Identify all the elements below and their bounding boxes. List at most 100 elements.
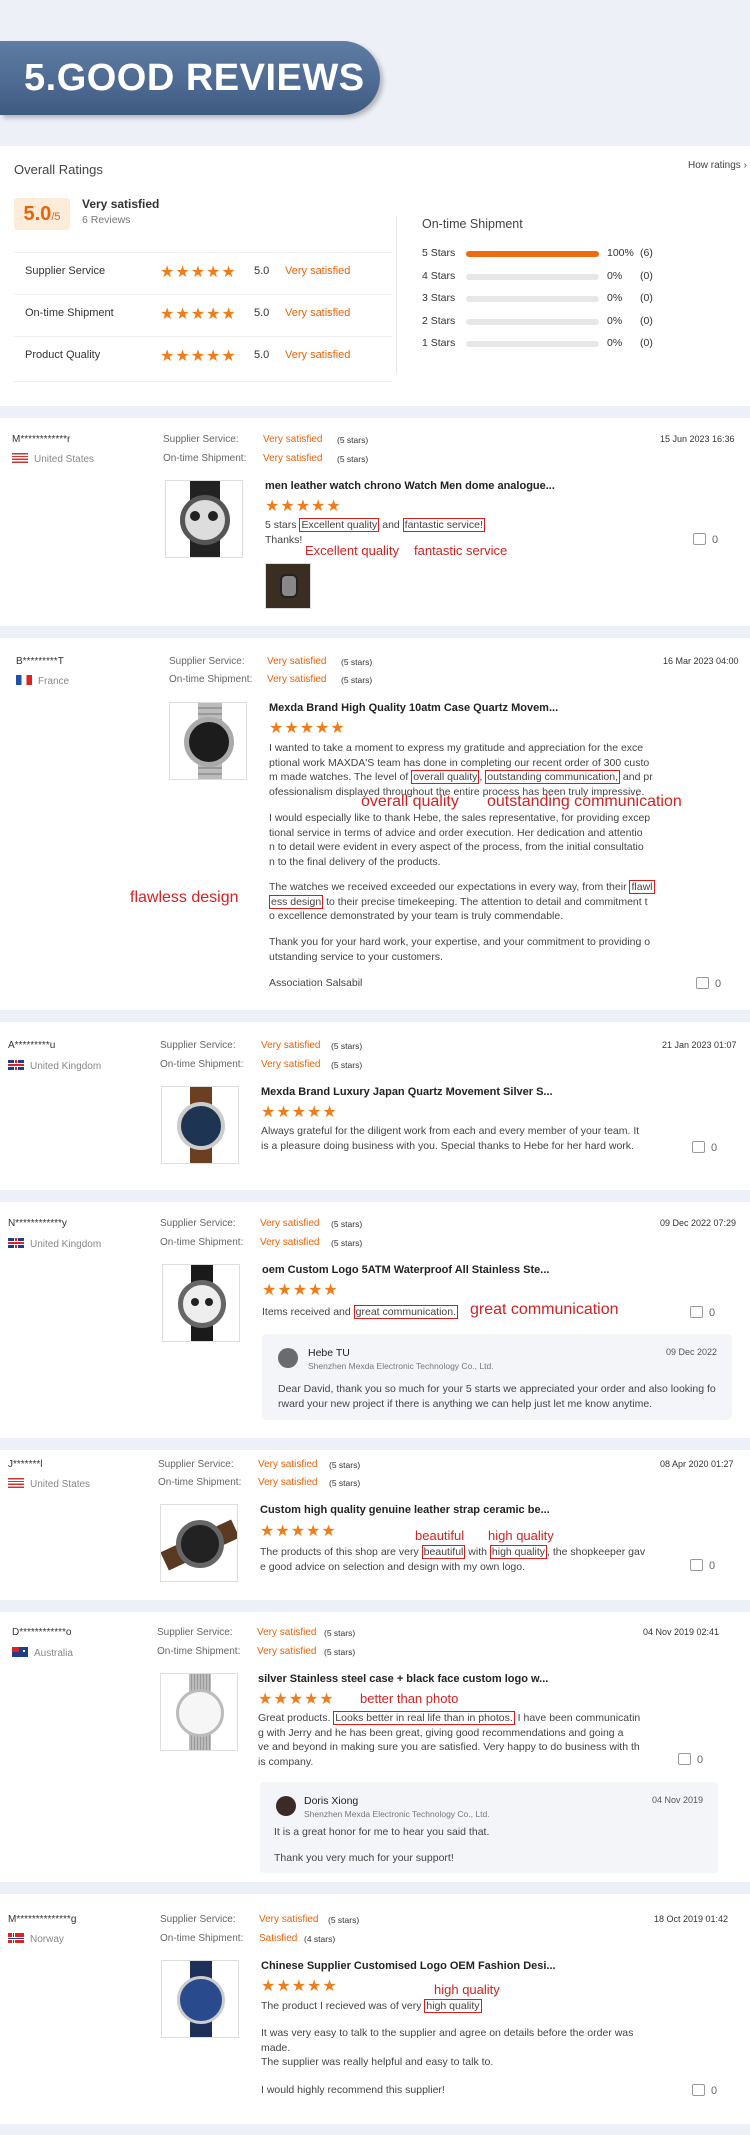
supplier-rating: Very satisfied <box>259 1914 319 1925</box>
review-stars: ★★★★★ <box>265 498 342 515</box>
product-title[interactable]: silver Stainless steel case + black face… <box>258 1673 548 1685</box>
reply-text: Dear David, thank you so much for your 5… <box>278 1383 716 1410</box>
product-thumbnail[interactable] <box>162 1264 240 1342</box>
label-supplier-service: Supplier Service: <box>158 1459 234 1470</box>
shipment-rating: Very satisfied <box>258 1477 318 1488</box>
dist-count: (0) <box>640 314 653 327</box>
review-date: 04 Nov 2019 02:41 <box>643 1627 720 1637</box>
annotation: high quality <box>488 1528 554 1543</box>
label-supplier-service: Supplier Service: <box>163 434 239 445</box>
highlight-box: ess design <box>269 894 324 909</box>
flag-us-icon <box>12 453 28 463</box>
highlight-box: Excellent quality <box>299 518 380 532</box>
reply-avatar <box>278 1348 298 1368</box>
dist-count: (0) <box>640 337 653 349</box>
review-date: 21 Jan 2023 01:07 <box>662 1040 737 1050</box>
highlight-box: beautiful <box>421 1545 466 1559</box>
product-title[interactable]: Chinese Supplier Customised Logo OEM Fas… <box>261 1960 556 1972</box>
product-thumbnail[interactable] <box>165 480 243 558</box>
reply-name: Doris Xiong <box>304 1795 359 1807</box>
highlight-box: great communication. <box>353 1305 459 1319</box>
product-thumbnail[interactable] <box>161 1960 239 2038</box>
rating-label-shipment: On-time Shipment <box>25 307 114 319</box>
dist-bar <box>466 318 599 325</box>
reviewer-name: M**************g <box>8 1914 77 1925</box>
supplier-reply: Hebe TU Shenzhen Mexda Electronic Techno… <box>262 1334 732 1420</box>
dist-percent: 100% <box>607 247 634 259</box>
reply-company: Shenzhen Mexda Electronic Technology Co.… <box>304 1809 490 1819</box>
product-title[interactable]: oem Custom Logo 5ATM Waterproof All Stai… <box>262 1264 549 1276</box>
score-badge: 5.0/5 <box>14 198 70 230</box>
highlight-box: overall quality <box>411 770 480 784</box>
supplier-rating: Very satisfied <box>267 656 327 667</box>
review-date: 18 Oct 2019 01:42 <box>654 1914 729 1924</box>
like-button[interactable]: 0 <box>690 1306 715 1319</box>
score-value: 5.0 <box>23 203 52 225</box>
product-thumbnail[interactable] <box>169 702 247 780</box>
review-text: I would especially like to thank Hebe, t… <box>269 812 651 868</box>
like-button[interactable]: 0 <box>693 533 718 546</box>
shipment-stars: (4 stars) <box>304 1934 336 1944</box>
like-button[interactable]: 0 <box>696 977 721 990</box>
review-text: Thank you for your hard work, your exper… <box>269 936 651 963</box>
shipment-heading: On-time Shipment <box>422 217 523 231</box>
rating-value-shipment: 5.0 <box>254 307 270 319</box>
product-title[interactable]: men leather watch chrono Watch Men dome … <box>265 480 555 492</box>
review-date: 15 Jun 2023 16:36 <box>660 434 735 444</box>
highlight-box: fantastic service! <box>402 518 485 532</box>
review-text: Always grateful for the diligent work fr… <box>261 1125 640 1152</box>
like-button[interactable]: 0 <box>678 1753 703 1766</box>
dist-bar <box>466 341 599 347</box>
review-text: Great products. Looks better in real lif… <box>258 1711 641 1768</box>
product-title[interactable]: Mexda Brand Luxury Japan Quartz Movement… <box>261 1086 553 1098</box>
review-text: It was very easy to talk to the supplier… <box>261 2027 634 2068</box>
dist-bar <box>466 296 599 302</box>
dist-percent: 0% <box>607 292 623 304</box>
dist-percent: 0% <box>607 337 623 349</box>
rating-value-supplier: 5.0 <box>254 265 270 277</box>
rating-text-shipment: Very satisfied <box>285 307 351 319</box>
rating-value-quality: 5.0 <box>254 349 270 361</box>
product-title[interactable]: Mexda Brand High Quality 10atm Case Quar… <box>269 702 558 714</box>
product-title[interactable]: Custom high quality genuine leather stra… <box>260 1504 550 1516</box>
review-photo[interactable] <box>265 563 311 609</box>
dist-count: (0) <box>640 292 653 304</box>
label-supplier-service: Supplier Service: <box>169 656 245 667</box>
supplier-stars: (5 stars) <box>341 657 373 667</box>
annotation: beautiful <box>415 1528 465 1543</box>
shipment-stars: (5 stars) <box>324 1647 356 1657</box>
shipment-stars: (5 stars) <box>329 1478 361 1488</box>
shipment-stars: (5 stars) <box>341 675 373 685</box>
review-stars: ★★★★★ <box>261 1978 338 1995</box>
how-ratings-link[interactable]: How ratings › <box>688 160 747 171</box>
rating-label-quality: Product Quality <box>25 349 101 361</box>
label-shipment: On-time Shipment: <box>157 1646 241 1657</box>
dist-count: (0) <box>640 269 653 282</box>
rating-stars-shipment: ★★★★★ <box>160 306 237 323</box>
like-button[interactable]: 0 <box>690 1559 715 1572</box>
score-outof: /5 <box>51 211 61 223</box>
like-button[interactable]: 0 <box>692 1141 717 1154</box>
flag-uk-icon <box>8 1060 24 1070</box>
supplier-stars: (5 stars) <box>324 1628 356 1638</box>
product-thumbnail[interactable] <box>160 1673 238 1751</box>
review-signature: Association Salsabil <box>269 977 363 989</box>
review-stars: ★★★★★ <box>258 1691 335 1708</box>
label-supplier-service: Supplier Service: <box>157 1627 233 1638</box>
highlight-box: high quality <box>489 1545 548 1559</box>
product-thumbnail[interactable] <box>160 1504 238 1582</box>
shipment-stars: (5 stars) <box>337 454 369 464</box>
reply-name: Hebe TU <box>308 1347 350 1359</box>
flag-no-icon <box>8 1933 24 1943</box>
reviewer-name: D************o <box>12 1627 72 1638</box>
thumbs-up-icon <box>690 1559 703 1571</box>
like-button[interactable]: 0 <box>692 2084 717 2097</box>
rating-stars-quality: ★★★★★ <box>160 348 237 365</box>
reviewer-name: B*********T <box>16 656 64 667</box>
product-thumbnail[interactable] <box>161 1086 239 1164</box>
reviewer-country: United Kingdom <box>8 1238 101 1250</box>
flag-uk-icon <box>8 1238 24 1248</box>
label-supplier-service: Supplier Service: <box>160 1218 236 1229</box>
supplier-rating: Very satisfied <box>260 1218 320 1229</box>
review-text: Items received and great communication. <box>262 1305 459 1319</box>
